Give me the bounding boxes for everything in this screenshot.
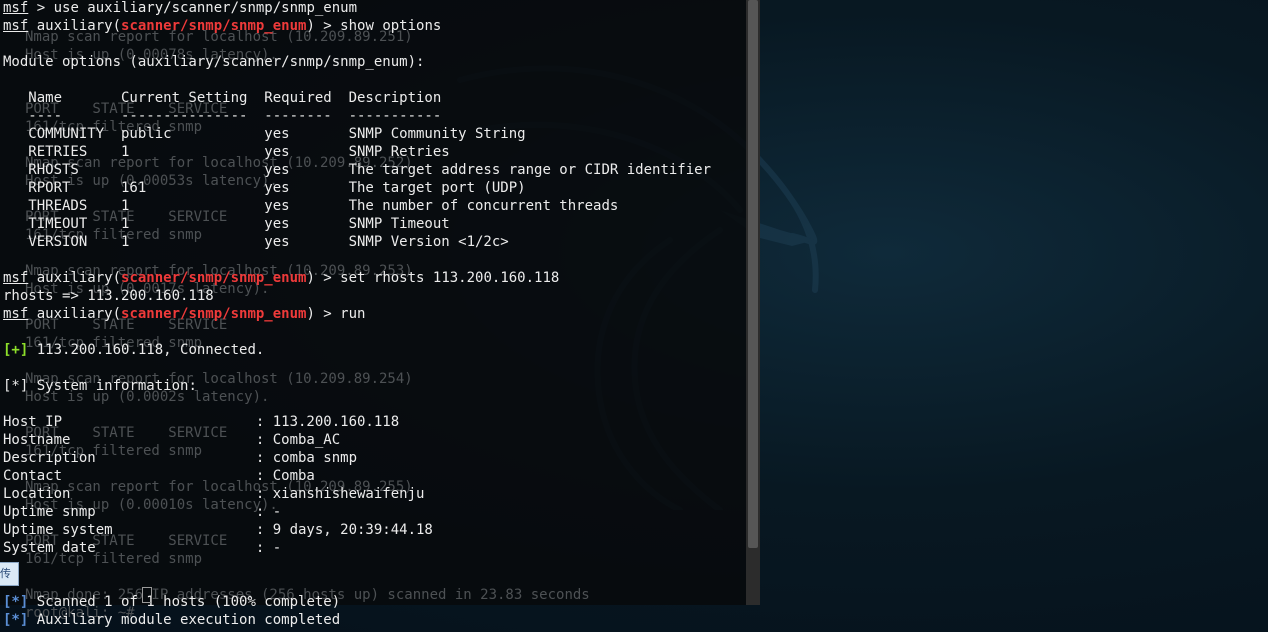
cmd-show-line: msf auxiliary(scanner/snmp/snmp_enum) > … <box>3 17 711 35</box>
options-row-community: COMMUNITY public yes SNMP Community Stri… <box>3 126 526 142</box>
options-row-version: VERSION 1 yes SNMP Version <1/2c> <box>3 234 509 250</box>
options-table-header: Name Current Setting Required Descriptio… <box>3 90 442 106</box>
options-table-rule: ---- --------------- -------- ----------… <box>3 108 442 124</box>
options-row-rhosts: RHOSTS yes The target address range or C… <box>3 162 712 178</box>
completed-message: Auxiliary module execution completed <box>28 612 341 628</box>
status-star-badge: [*] <box>3 612 29 628</box>
cmd-use-line: msf > use auxiliary/scanner/snmp/snmp_en… <box>3 0 711 17</box>
options-row-rport: RPORT 161 yes The target port (UDP) <box>3 180 526 196</box>
sysinfo-hostname: Hostname : Comba_AC <box>3 432 341 448</box>
set-result: rhosts => 113.200.160.118 <box>3 288 214 304</box>
sysinfo-line: [*] System information: <box>3 377 711 395</box>
cmd-set-line: msf auxiliary(scanner/snmp/snmp_enum) > … <box>3 269 711 287</box>
sysinfo-host-ip: Host IP : 113.200.160.118 <box>3 414 400 430</box>
prompt-suffix: ) > <box>306 18 341 34</box>
terminal-cursor <box>142 587 152 603</box>
connected-line: [+] 113.200.160.118, Connected. <box>3 341 711 359</box>
msfconsole-final-output: [*] Scanned 1 of 1 hosts (100% complete)… <box>3 593 340 629</box>
msf-prompt: msf <box>3 270 29 286</box>
status-star-badge: [*] <box>3 378 29 394</box>
module-prefix: auxiliary( <box>28 306 122 322</box>
sysinfo-description: Description : comba snmp <box>3 450 358 466</box>
options-row-timeout: TIMEOUT 1 yes SNMP Timeout <box>3 216 450 232</box>
module-name: scanner/snmp/snmp_enum <box>121 270 307 286</box>
module-name: scanner/snmp/snmp_enum <box>121 18 307 34</box>
prompt-suffix: ) > <box>306 270 341 286</box>
scrollbar-thumb[interactable] <box>748 0 758 548</box>
sysinfo-contact: Contact : Comba <box>3 468 315 484</box>
sysinfo-uptime-system: Uptime system : 9 days, 20:39:44.18 <box>3 522 433 538</box>
module-prefix: auxiliary( <box>28 270 122 286</box>
msf-prompt: msf <box>3 306 29 322</box>
status-plus-badge: [+] <box>3 342 29 358</box>
module-prefix: auxiliary( <box>28 18 122 34</box>
options-row-threads: THREADS 1 yes The number of concurrent t… <box>3 198 619 214</box>
options-row-retries: RETRIES 1 yes SNMP Retries <box>3 144 450 160</box>
completed-line: [*] Auxiliary module execution completed <box>3 611 340 629</box>
cmd-run-line: msf auxiliary(scanner/snmp/snmp_enum) > … <box>3 305 711 323</box>
show-options-command: show options <box>340 18 442 34</box>
status-star-badge: [*] <box>3 594 29 610</box>
side-panel-tab[interactable]: 传 <box>0 562 19 586</box>
terminal-scrollbar[interactable] <box>746 0 760 605</box>
side-panel-tab-label: 传 <box>0 567 11 580</box>
msf-prompt: msf <box>3 18 29 34</box>
sysinfo-location: Location : xianshishewaifenju <box>3 486 425 502</box>
connected-message: 113.200.160.118, Connected. <box>28 342 265 358</box>
scanned-message: Scanned 1 of 1 hosts (100% complete) <box>28 594 341 610</box>
sysinfo-message: System information: <box>28 378 197 394</box>
module-options-header: Module options (auxiliary/scanner/snmp/s… <box>3 54 425 70</box>
run-command: run <box>340 306 366 322</box>
set-rhosts-command: set rhosts 113.200.160.118 <box>340 270 560 286</box>
prompt-suffix: ) > <box>306 306 341 322</box>
sysinfo-system-date: System date : - <box>3 540 282 556</box>
use-command-text: > use auxiliary/scanner/snmp/snmp_enum <box>28 0 358 16</box>
scanned-line: [*] Scanned 1 of 1 hosts (100% complete) <box>3 593 340 611</box>
msfconsole-output: msf > use auxiliary/scanner/snmp/snmp_en… <box>3 0 711 611</box>
sysinfo-uptime-snmp: Uptime snmp : - <box>3 504 282 520</box>
msf-prompt: msf <box>3 0 29 16</box>
module-name: scanner/snmp/snmp_enum <box>121 306 307 322</box>
